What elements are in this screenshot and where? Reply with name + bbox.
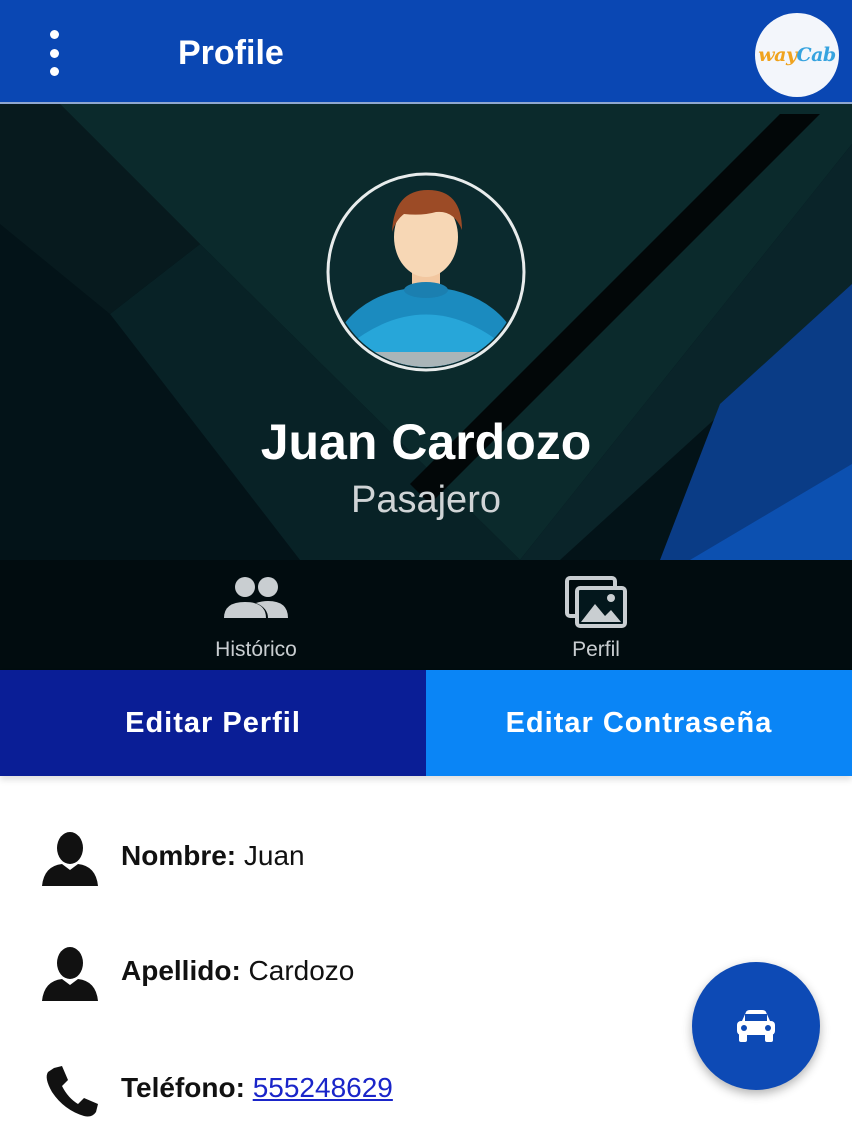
phone-icon (46, 1066, 98, 1117)
phone-link[interactable]: 555248629 (253, 1072, 393, 1103)
person-icon (42, 832, 98, 886)
detail-value: Cardozo (248, 955, 355, 986)
edit-profile-button[interactable]: Editar Perfil (0, 670, 426, 776)
profile-actions: Editar Perfil Editar Contraseña (0, 670, 852, 776)
detail-telefono: Teléfono: 555248629 (121, 1072, 393, 1104)
tab-historico[interactable]: Histórico (156, 560, 356, 670)
profile-tabs: Histórico Perfil (0, 560, 852, 670)
car-icon (737, 1010, 775, 1042)
detail-apellido: Apellido: Cardozo (121, 955, 354, 987)
profile-name: Juan Cardozo (260, 414, 592, 470)
profile-header: Juan Cardozo Pasajero Histórico Perfil (0, 104, 852, 670)
top-app-bar: Profile wayCab (0, 0, 852, 104)
detail-value: Juan (243, 840, 305, 871)
overflow-menu-icon[interactable] (36, 30, 72, 76)
detail-label: Teléfono: (121, 1072, 245, 1103)
detail-label: Apellido: (121, 955, 241, 986)
detail-row-nombre: Nombre: Juan (0, 830, 852, 910)
avatar[interactable] (326, 172, 526, 372)
profile-role: Pasajero (351, 479, 501, 521)
tab-historico-label: Histórico (215, 638, 297, 661)
detail-nombre: Nombre: Juan (121, 840, 305, 872)
page-title: Profile (178, 34, 284, 72)
photos-icon (565, 576, 627, 628)
app-logo: wayCab (755, 13, 839, 97)
request-ride-fab[interactable] (692, 962, 820, 1090)
detail-label: Nombre: (121, 840, 237, 871)
tab-perfil[interactable]: Perfil (496, 560, 696, 670)
tab-perfil-label: Perfil (572, 638, 620, 661)
logo-wordmark: wayCab (758, 44, 836, 66)
people-icon (224, 577, 288, 618)
person-icon (42, 947, 98, 1001)
edit-password-button[interactable]: Editar Contraseña (426, 670, 852, 776)
